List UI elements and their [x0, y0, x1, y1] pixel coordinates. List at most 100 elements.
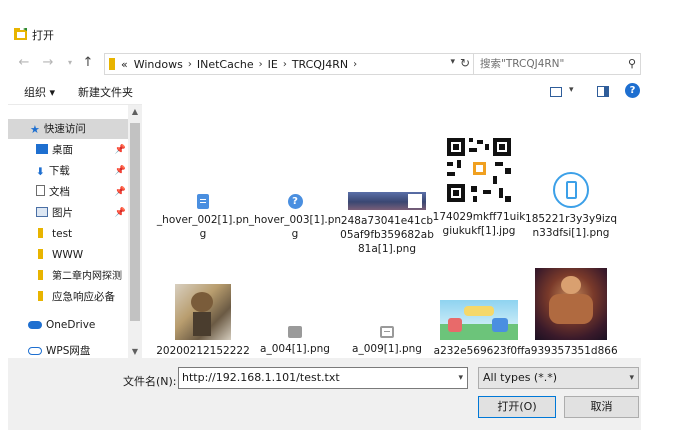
address-dropdown-icon[interactable]: ▾ [450, 57, 455, 67]
file-name: 202002121522229[1].jpg [156, 345, 250, 357]
file-item[interactable]: _hover_002[1].png [156, 194, 250, 241]
filename-panel: 文件名(N): http://192.168.1.101/test.txt ▾ … [8, 358, 641, 430]
breadcrumb-ie[interactable]: IE [268, 58, 278, 71]
search-icon[interactable]: ⚲ [628, 54, 636, 74]
picture-icon [36, 207, 48, 217]
cloud-outline-icon [28, 347, 42, 355]
file-item[interactable]: 202002121522229[1].jpg [156, 284, 250, 358]
file-name: _hover_002[1].png [156, 214, 250, 240]
file-list: _hover_002[1].png ? _hover_003[1].png 24… [146, 104, 641, 358]
nav-item-desktop[interactable]: 桌面 📌 [8, 140, 128, 160]
folder-icon [38, 228, 43, 238]
scroll-up-icon[interactable]: ▲ [128, 105, 142, 119]
nav-item-label: 图片 [52, 207, 73, 219]
chevron-right-icon[interactable]: › [353, 59, 357, 70]
nav-scrollbar[interactable]: ▲ ▼ [128, 105, 142, 359]
folder-icon [38, 270, 43, 280]
nav-item-label: WPS网盘 [46, 345, 91, 357]
file-item[interactable]: 248a73041e41cb05af9fb359682ab81a[1].png [340, 192, 434, 256]
chevron-right-icon[interactable]: › [188, 59, 192, 70]
nav-item-documents[interactable]: 文档 📌 [8, 182, 128, 202]
pin-icon: 📌 [114, 145, 126, 155]
new-folder-button[interactable]: 新建文件夹 [78, 84, 133, 100]
download-icon: ⬇ [36, 166, 45, 178]
breadcrumb-windows[interactable]: Windows [134, 58, 183, 71]
pin-icon: 📌 [114, 187, 126, 197]
file-name: a232e569623f0ffd365e7182df200409[1].png [433, 345, 525, 357]
organize-menu[interactable]: 组织 ▾ [24, 84, 55, 100]
nav-item-label: 文档 [49, 186, 70, 198]
document-icon [36, 185, 45, 196]
file-item[interactable]: a232e569623f0ffd365e7182df200409[1].png [432, 300, 526, 358]
title-bar: 打开 [8, 22, 641, 46]
open-folder-icon [14, 28, 27, 40]
nav-item-emergency[interactable]: 应急响应必备 [8, 287, 128, 307]
file-item[interactable]: a_004[1].png [248, 326, 342, 356]
qr-code-image [443, 134, 515, 206]
cloud-icon [28, 321, 42, 329]
navigation-pane: ★ 快速访问 桌面 📌 ⬇ 下载 📌 文档 📌 图片 📌 test WWW 第二章内网探测 … [8, 104, 142, 359]
nav-scroll-thumb[interactable] [130, 123, 140, 321]
filename-label: 文件名(N): [123, 375, 177, 388]
nav-item-label: WWW [52, 249, 84, 261]
cancel-button[interactable]: 取消 [564, 396, 639, 418]
nav-item-onedrive[interactable]: OneDrive [8, 315, 128, 335]
file-item[interactable]: 185221r3y3y9izqn33dfsi[1].png [524, 172, 618, 240]
open-button[interactable]: 打开(O) [478, 396, 556, 418]
nav-item-www[interactable]: WWW [8, 245, 128, 265]
nav-item-quick-access[interactable]: ★ 快速访问 [8, 119, 128, 139]
window-title: 打开 [32, 29, 54, 42]
figure-photo [175, 284, 231, 340]
nav-item-label: 第二章内网探测 [52, 271, 122, 282]
pin-icon: 📌 [114, 166, 126, 176]
file-item[interactable]: 174029mkff71uikgiukukf[1].jpg [432, 134, 526, 238]
preview-pane-icon[interactable] [597, 86, 609, 97]
nav-item-pictures[interactable]: 图片 📌 [8, 203, 128, 223]
folder-icon [109, 58, 115, 70]
view-options-icon[interactable] [550, 87, 562, 97]
back-arrow-icon[interactable]: ← [16, 55, 32, 71]
list-icon [380, 326, 394, 338]
file-type-select[interactable]: All types (*.*) ▾ [478, 367, 639, 389]
search-placeholder: 搜索"TRCQJ4RN" [480, 58, 565, 70]
file-name: _hover_003[1].png [248, 214, 342, 240]
folder-icon [38, 249, 43, 259]
forward-arrow-icon[interactable]: → [40, 55, 56, 71]
nav-item-label: 下载 [48, 165, 70, 177]
nav-item-chapter2[interactable]: 第二章内网探测 [8, 266, 128, 286]
nav-item-label: 应急响应必备 [52, 291, 115, 303]
nav-item-test[interactable]: test [8, 224, 128, 244]
chevron-right-icon[interactable]: › [283, 59, 287, 70]
scroll-down-icon[interactable]: ▼ [128, 345, 142, 359]
help-icon: ? [287, 194, 303, 209]
illustration-image [440, 300, 518, 340]
up-arrow-icon[interactable]: ↑ [80, 55, 96, 71]
file-name: 174029mkff71uikgiukukf[1].jpg [432, 211, 526, 237]
file-item[interactable]: a_009[1].png [340, 326, 434, 356]
search-input[interactable]: 搜索"TRCQJ4RN" ⚲ [473, 53, 641, 75]
folder-icon [38, 291, 43, 301]
recent-locations-chevron-icon[interactable]: ▾ [62, 55, 78, 71]
filename-dropdown-icon[interactable]: ▾ [458, 368, 463, 388]
nav-item-downloads[interactable]: ⬇ 下载 📌 [8, 161, 128, 181]
filename-input[interactable]: http://192.168.1.101/test.txt ▾ [178, 367, 468, 389]
nav-item-label: test [52, 228, 73, 240]
help-icon[interactable]: ? [625, 83, 640, 98]
file-name: a_004[1].png [260, 343, 330, 355]
breadcrumb-inetcache[interactable]: INetCache [197, 58, 254, 71]
file-item[interactable]: a939357351d8661a47ba5a9a29b70237[1].jpg [524, 268, 618, 358]
chat-icon [288, 326, 302, 338]
breadcrumb-overflow[interactable]: « [121, 58, 128, 71]
phone-icon-image [553, 172, 589, 208]
breadcrumb-trcqj4rn[interactable]: TRCQJ4RN [292, 58, 348, 71]
nav-item-label: 快速访问 [43, 123, 86, 135]
file-item[interactable]: ? _hover_003[1].png [248, 194, 342, 241]
file-name: 185221r3y3y9izqn33dfsi[1].png [525, 213, 617, 239]
view-dropdown-icon[interactable]: ▾ [569, 85, 574, 95]
address-bar[interactable]: « Windows › INetCache › IE › TRCQJ4RN › … [104, 53, 474, 75]
file-name: a939357351d8661a47ba5a9a29b70237[1].jpg [524, 345, 618, 357]
chevron-down-icon[interactable]: ▾ [629, 368, 634, 388]
star-icon: ★ [30, 123, 40, 136]
chevron-right-icon[interactable]: › [259, 59, 263, 70]
refresh-icon[interactable]: ↻ [460, 56, 470, 70]
